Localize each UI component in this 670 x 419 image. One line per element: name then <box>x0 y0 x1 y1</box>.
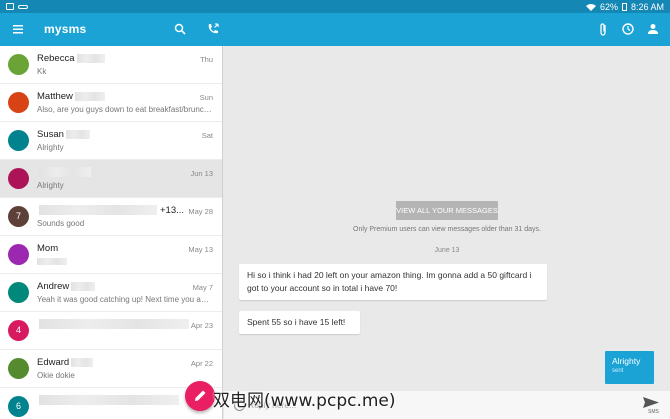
status-icons-right: 62% 8:26 AM <box>585 1 664 12</box>
conversation-row[interactable]: Rebecca Kk Thu <box>0 46 222 84</box>
redacted-contact-name <box>39 167 91 177</box>
redacted-snippet <box>37 258 67 266</box>
message-snippet: Sounds good <box>37 219 85 228</box>
conversation-date: May 28 <box>188 207 213 216</box>
battery-icon <box>621 2 627 11</box>
redacted-surname <box>76 53 105 63</box>
message-snippet: Also, are you guys down to eat breakfast… <box>37 105 212 114</box>
avatar: 4 <box>8 320 29 341</box>
message-snippet: Alrighty <box>37 143 64 152</box>
pencil-icon <box>195 390 206 401</box>
send-icon <box>643 397 659 408</box>
avatar <box>8 54 29 75</box>
redacted-participants <box>39 319 189 329</box>
message-snippet: Kk <box>37 67 47 76</box>
date-separator: June 13 <box>434 247 460 254</box>
redacted-participants <box>39 205 157 215</box>
conversation-date: Apr 22 <box>190 359 213 368</box>
redacted-surname <box>71 357 94 367</box>
contact-name: Andrew <box>37 281 70 292</box>
key-icon <box>18 4 28 9</box>
app-title: mysms <box>44 22 87 36</box>
clock-icon[interactable] <box>620 21 636 37</box>
person-icon[interactable] <box>645 21 661 37</box>
incoming-message: Spent 55 so i have 15 left! <box>239 311 360 334</box>
redacted-surname <box>74 91 105 101</box>
contact-name: Rebecca <box>37 53 75 64</box>
avatar: 6 <box>8 396 29 417</box>
watermark: 双电网(www.pcpc.me) <box>213 391 396 411</box>
message-status: sent <box>612 368 624 374</box>
conversation-date: Sat <box>201 131 213 140</box>
conversation-row-selected[interactable]: Alrighty Jun 13 <box>0 160 222 198</box>
message-snippet: Yeah it was good catching up! Next time … <box>37 295 212 304</box>
menu-icon[interactable] <box>10 21 26 37</box>
redacted-surname <box>65 129 90 139</box>
conversation-row[interactable]: 4 Apr 23 <box>0 312 222 350</box>
status-bar: 62% 8:26 AM <box>0 0 670 13</box>
contact-name: Mom <box>37 243 59 254</box>
status-icons-left <box>6 3 28 10</box>
clock-time: 8:26 AM <box>630 1 664 12</box>
conversation-list: Rebecca Kk Thu Matthew Also, are you guy… <box>0 46 223 419</box>
contact-name: Matthew <box>37 91 73 102</box>
search-icon[interactable] <box>172 21 188 37</box>
compose-button[interactable] <box>185 381 215 411</box>
participants-count: +13... <box>160 205 185 216</box>
avatar <box>8 92 29 113</box>
outgoing-message: Alrighty sent <box>605 351 654 384</box>
conversation-date: May 7 <box>192 283 213 292</box>
conversation-row[interactable]: Matthew Also, are you guys down to eat b… <box>0 84 222 122</box>
gallery-notification-icon <box>6 3 14 10</box>
battery-percentage: 62% <box>599 1 618 12</box>
contact-name: Edward <box>37 357 70 368</box>
redacted-participants <box>39 395 179 405</box>
message-snippet: Alrighty <box>37 181 64 190</box>
conversation-date: Apr 23 <box>190 321 213 330</box>
conversation-date: May 13 <box>188 245 213 254</box>
attachment-icon[interactable] <box>595 21 611 37</box>
wifi-icon <box>585 3 596 11</box>
conversation-row[interactable]: 7 +13... Sounds good May 28 <box>0 198 222 236</box>
send-button[interactable]: SMS <box>642 396 660 416</box>
conversation-row[interactable]: Mom May 13 <box>0 236 222 274</box>
send-type-label: SMS <box>648 409 659 415</box>
conversation-row[interactable]: Andrew Yeah it was good catching up! Nex… <box>0 274 222 312</box>
phone-icon[interactable] <box>205 21 221 37</box>
contact-name: Susan <box>37 129 64 140</box>
outgoing-message-text: Alrighty <box>612 356 641 366</box>
avatar <box>8 358 29 379</box>
avatar <box>8 244 29 265</box>
message-snippet: Okie dokie <box>37 371 75 380</box>
redacted-surname <box>71 281 96 291</box>
avatar <box>8 282 29 303</box>
avatar: 7 <box>8 206 29 227</box>
conversation-panel: VIEW ALL YOUR MESSAGES Only Premium user… <box>224 46 670 419</box>
conversation-date: Jun 13 <box>190 169 213 178</box>
conversation-date: Thu <box>200 55 213 64</box>
conversation-row[interactable]: Susan Alrighty Sat <box>0 122 222 160</box>
view-all-messages-button[interactable]: VIEW ALL YOUR MESSAGES <box>396 201 498 220</box>
conversation-date: Sun <box>199 93 213 102</box>
app-bar: mysms <box>0 13 670 46</box>
incoming-message: Hi so i think i had 20 left on your amaz… <box>239 264 547 300</box>
premium-notice: Only Premium users can view messages old… <box>353 226 541 233</box>
avatar <box>8 168 29 189</box>
avatar <box>8 130 29 151</box>
